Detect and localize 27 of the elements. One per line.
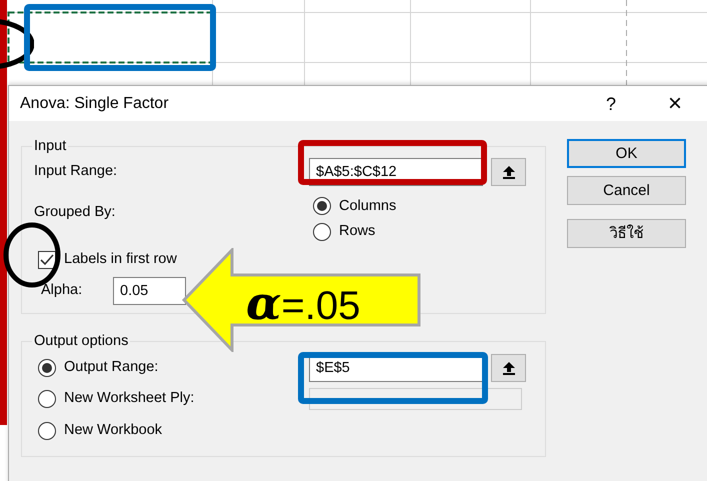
group-label: Output options [33, 334, 130, 348]
radio-button[interactable] [38, 359, 56, 378]
upload-arrow-icon [502, 361, 516, 376]
upload-arrow-icon [502, 164, 516, 178]
radio-label[interactable]: Output Range: [64, 357, 158, 380]
collapse-dialog-button[interactable] [491, 354, 526, 382]
close-button[interactable]: × [662, 90, 688, 118]
collapse-dialog-button[interactable] [491, 158, 526, 186]
field-label: Grouped By: [34, 202, 116, 222]
alpha-field[interactable]: 0.05 [113, 276, 186, 305]
dialog-button[interactable]: วิธีใช้ [567, 219, 686, 248]
field-label: Alpha: [41, 280, 84, 300]
help-button[interactable]: ? [600, 92, 622, 114]
radio-button[interactable] [313, 197, 331, 216]
radio-label[interactable]: Rows [339, 221, 376, 243]
radio-label[interactable]: Columns [339, 196, 396, 218]
checkbox[interactable] [38, 250, 56, 269]
field-label: Input Range: [34, 162, 118, 181]
callout-text: α=.05 [246, 280, 360, 326]
radio-button[interactable] [313, 223, 331, 242]
checkbox-label[interactable]: Labels in first row [64, 249, 177, 271]
group-label: Input [33, 139, 68, 154]
dialog-button[interactable]: OK [567, 139, 686, 168]
radio-label[interactable]: New Workbook [64, 420, 162, 442]
dialog-button[interactable]: Cancel [567, 176, 686, 205]
radio-button[interactable] [38, 422, 56, 440]
window-title: Anova: Single Factor [20, 94, 169, 114]
